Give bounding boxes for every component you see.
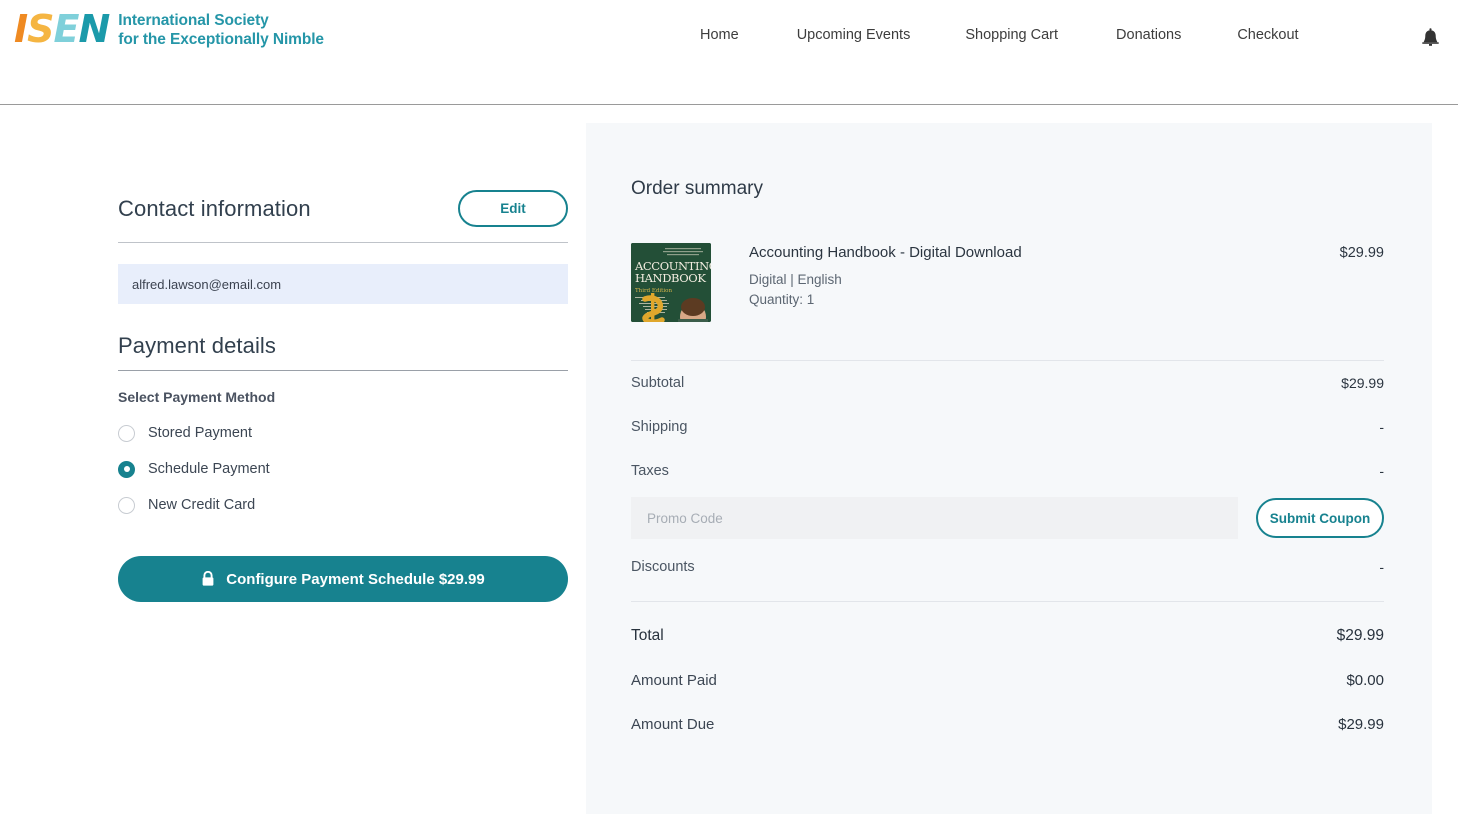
- summary-label-total: Total: [631, 627, 664, 645]
- nav-item-home[interactable]: Home: [700, 27, 739, 43]
- summary-label-amount-due: Amount Due: [631, 716, 714, 733]
- radio-label-new-credit-card: New Credit Card: [148, 497, 255, 513]
- promo-code-row: Submit Coupon: [631, 497, 1384, 539]
- logo-mark: I S E N: [14, 10, 109, 48]
- payment-method-radio-group: Stored Payment Schedule Payment New Cred…: [118, 419, 568, 519]
- nav-item-checkout[interactable]: Checkout: [1237, 27, 1298, 43]
- summary-row-amount-paid: Amount Paid $0.00: [631, 658, 1384, 702]
- summary-value-subtotal: $29.99: [1341, 375, 1384, 391]
- summary-label-shipping: Shipping: [631, 419, 687, 435]
- order-summary-title: Order summary: [631, 178, 1384, 200]
- payment-details-header: Payment details: [118, 333, 568, 371]
- bell-icon: [1421, 28, 1440, 49]
- submit-coupon-button[interactable]: Submit Coupon: [1256, 498, 1384, 538]
- radio-indicator[interactable]: [118, 497, 135, 514]
- email-field[interactable]: alfred.lawson@email.com: [118, 264, 568, 304]
- edit-contact-button[interactable]: Edit: [458, 190, 568, 227]
- summary-value-discounts: -: [1379, 559, 1384, 575]
- brand-tagline: International Society for the Exceptiona…: [118, 9, 324, 49]
- site-header: I S E N International Society for the Ex…: [0, 0, 1458, 105]
- configure-payment-schedule-button[interactable]: Configure Payment Schedule $29.99: [118, 556, 568, 602]
- radio-label-stored-payment: Stored Payment: [148, 425, 252, 441]
- summary-row-total: Total $29.99: [631, 614, 1384, 658]
- summary-value-amount-due: $29.99: [1338, 716, 1384, 733]
- select-payment-method-label: Select Payment Method: [118, 389, 568, 405]
- summary-label-subtotal: Subtotal: [631, 375, 684, 391]
- product-quantity: Quantity: 1: [749, 290, 1340, 311]
- product-meta: Digital | English Quantity: 1: [749, 270, 1340, 312]
- page-body: Contact information Edit alfred.lawson@e…: [0, 105, 1458, 814]
- svg-text:HANDBOOK: HANDBOOK: [635, 271, 706, 285]
- radio-indicator-selected[interactable]: [118, 461, 135, 478]
- summary-value-shipping: -: [1379, 419, 1384, 435]
- cta-label: Configure Payment Schedule $29.99: [226, 571, 484, 588]
- order-line-item: ACCOUNTING HANDBOOK Third Edition: [631, 243, 1384, 361]
- summary-value-taxes: -: [1379, 463, 1384, 479]
- summary-value-amount-paid: $0.00: [1346, 672, 1384, 689]
- radio-option-new-credit-card[interactable]: New Credit Card: [118, 491, 568, 519]
- contact-information-header: Contact information Edit: [118, 105, 568, 243]
- summary-row-amount-due: Amount Due $29.99: [631, 702, 1384, 746]
- radio-label-schedule-payment: Schedule Payment: [148, 461, 270, 477]
- brand-tagline-line2: for the Exceptionally Nimble: [118, 30, 324, 49]
- summary-value-total: $29.99: [1337, 627, 1384, 645]
- radio-indicator[interactable]: [118, 425, 135, 442]
- lock-icon: [201, 571, 215, 587]
- product-price: $29.99: [1340, 243, 1384, 261]
- payment-details-title: Payment details: [118, 333, 568, 359]
- summary-row-taxes: Taxes -: [631, 449, 1384, 493]
- order-summary-panel: Order summary ACCOUNTING HANDBOOK Third …: [586, 123, 1432, 814]
- nav-item-upcoming-events[interactable]: Upcoming Events: [797, 27, 911, 43]
- totals-divider: [631, 601, 1384, 602]
- product-thumbnail: ACCOUNTING HANDBOOK Third Edition: [631, 243, 711, 322]
- contact-information-title: Contact information: [118, 196, 311, 222]
- main-navigation: Home Upcoming Events Shopping Cart Donat…: [700, 27, 1299, 43]
- summary-label-taxes: Taxes: [631, 463, 669, 479]
- logo-letter-s: S: [27, 10, 53, 48]
- book-cover-image: ACCOUNTING HANDBOOK Third Edition: [631, 243, 711, 322]
- brand-tagline-line1: International Society: [118, 11, 324, 30]
- summary-label-amount-paid: Amount Paid: [631, 672, 717, 689]
- product-info: Accounting Handbook - Digital Download D…: [749, 243, 1340, 311]
- nav-item-shopping-cart[interactable]: Shopping Cart: [965, 27, 1058, 43]
- logo-letter-i: I: [14, 10, 27, 48]
- checkout-form-column: Contact information Edit alfred.lawson@e…: [118, 105, 568, 602]
- summary-label-discounts: Discounts: [631, 559, 695, 575]
- promo-code-input[interactable]: [631, 497, 1238, 539]
- summary-row-subtotal: Subtotal $29.99: [631, 361, 1384, 405]
- brand-logo[interactable]: I S E N International Society for the Ex…: [14, 9, 324, 49]
- product-name: Accounting Handbook - Digital Download: [749, 243, 1340, 263]
- radio-option-schedule-payment[interactable]: Schedule Payment: [118, 455, 568, 483]
- radio-option-stored-payment[interactable]: Stored Payment: [118, 419, 568, 447]
- nav-item-donations[interactable]: Donations: [1116, 27, 1181, 43]
- logo-letter-e: E: [54, 10, 79, 48]
- product-format: Digital | English: [749, 270, 1340, 291]
- notifications-button[interactable]: [1414, 22, 1446, 54]
- logo-letter-n: N: [78, 10, 109, 48]
- summary-row-shipping: Shipping -: [631, 405, 1384, 449]
- summary-row-discounts: Discounts -: [631, 545, 1384, 589]
